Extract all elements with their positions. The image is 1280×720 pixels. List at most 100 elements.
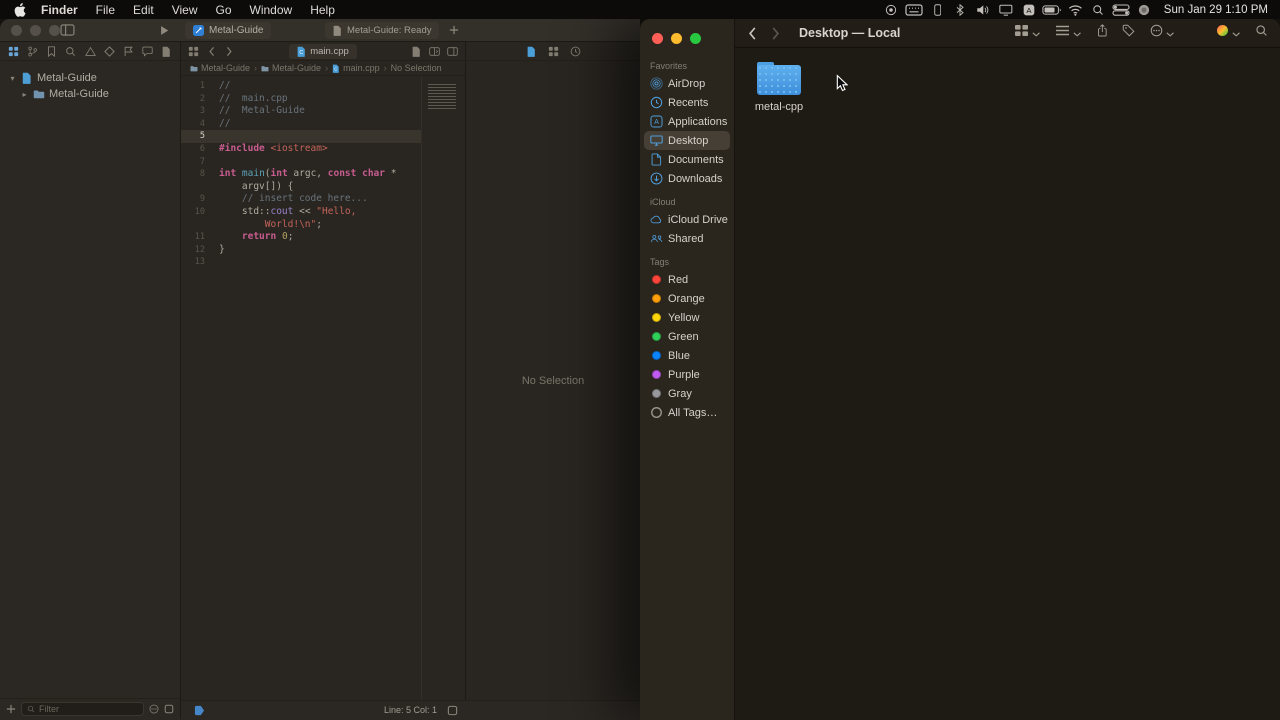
minimize-button[interactable] [30, 25, 41, 36]
control-center-icon[interactable] [1110, 2, 1133, 17]
line-number[interactable]: 7 [181, 156, 211, 169]
sidebar-item-applications[interactable]: AApplications [644, 112, 730, 131]
navigator-tab-flag-icon[interactable] [123, 46, 134, 57]
sidebar-item-purple[interactable]: Purple [644, 365, 730, 384]
line-number[interactable]: 5 [181, 130, 211, 143]
share-button[interactable] [1097, 24, 1108, 42]
line-number[interactable]: 12 [181, 244, 211, 257]
navigator-tab-branch-icon[interactable] [27, 46, 38, 57]
menu-help[interactable]: Help [301, 3, 344, 17]
finder-content-area[interactable]: metal-cpp [735, 48, 1280, 720]
finder-window-controls[interactable] [640, 29, 734, 52]
line-number[interactable] [181, 181, 211, 194]
menu-go[interactable]: Go [207, 3, 241, 17]
record-icon[interactable] [880, 2, 903, 17]
doc-icon[interactable] [526, 46, 537, 57]
line-number[interactable] [181, 219, 211, 232]
navigator-filter-input[interactable]: Filter [21, 702, 144, 716]
navigator-tab-diamond-icon[interactable] [104, 46, 115, 57]
sidebar-item-green[interactable]: Green [644, 327, 730, 346]
back-button[interactable] [747, 26, 757, 41]
search-icon[interactable] [1087, 2, 1110, 17]
sidebar-item-blue[interactable]: Blue [644, 346, 730, 365]
bluetooth-icon[interactable] [949, 2, 972, 17]
close-editor-icon[interactable] [447, 46, 458, 57]
sidebar-item-all-tags-[interactable]: All Tags… [644, 403, 730, 422]
line-number[interactable]: 2 [181, 93, 211, 106]
siri-icon[interactable] [1133, 2, 1156, 17]
file-item-metal-cpp[interactable]: metal-cpp [743, 62, 815, 113]
forward-button[interactable] [771, 26, 781, 41]
sidebar-item-icloud-drive[interactable]: iCloud Drive [644, 210, 730, 229]
line-number[interactable]: 8 [181, 168, 211, 181]
menu-bar-clock[interactable]: Sun Jan 29 1:10 PM [1164, 4, 1268, 16]
disclosure-icon[interactable]: ▾ [8, 74, 17, 83]
tree-row-metal-guide[interactable]: ▾Metal-Guide [0, 70, 180, 86]
minimize-button[interactable] [671, 33, 682, 44]
breadcrumb-no-selection[interactable]: No Selection [391, 63, 442, 73]
iphone-icon[interactable] [926, 2, 949, 17]
line-number[interactable]: 4 [181, 118, 211, 131]
more-circle-button[interactable] [1150, 24, 1174, 42]
menu-edit[interactable]: Edit [124, 3, 163, 17]
xcode-window-controls[interactable] [11, 25, 60, 36]
tag-button[interactable] [1122, 24, 1135, 42]
disclosure-icon[interactable]: ▸ [20, 90, 29, 99]
navigator-tab-bubble-icon[interactable] [142, 46, 153, 57]
navigator-tab-doc-icon[interactable] [161, 46, 172, 57]
run-button[interactable] [160, 25, 169, 36]
menu-view[interactable]: View [163, 3, 207, 17]
editor-tab-main-cpp[interactable]: C main.cpp [289, 44, 357, 59]
filter-recent-icon[interactable] [149, 704, 159, 714]
sidebar-item-yellow[interactable]: Yellow [644, 308, 730, 327]
menu-window[interactable]: Window [241, 3, 302, 17]
keyboard-icon[interactable] [903, 2, 926, 17]
input-source-icon[interactable]: A [1018, 2, 1041, 17]
zoom-button[interactable] [690, 33, 701, 44]
recents-icon[interactable] [570, 46, 581, 57]
line-number[interactable]: 13 [181, 256, 211, 269]
line-number[interactable]: 1 [181, 80, 211, 93]
navigator-toggle-icon[interactable] [60, 24, 75, 36]
list-view-button[interactable] [1055, 24, 1081, 42]
apple-menu-icon[interactable] [14, 3, 26, 17]
tree-row-metal-guide[interactable]: ▸Metal-Guide [0, 86, 180, 102]
sidebar-item-shared[interactable]: Shared [644, 229, 730, 248]
sidebar-item-orange[interactable]: Orange [644, 289, 730, 308]
extensions-button[interactable] [1216, 24, 1240, 42]
navigator-tab-grid-icon[interactable] [8, 46, 19, 57]
add-file-button[interactable] [6, 704, 16, 714]
line-number[interactable]: 9 [181, 193, 211, 206]
xcode-project-tab[interactable]: Metal-Guide [185, 22, 271, 39]
sidebar-item-downloads[interactable]: Downloads [644, 169, 730, 188]
line-number[interactable]: 11 [181, 231, 211, 244]
sidebar-item-desktop[interactable]: Desktop [644, 131, 730, 150]
back-icon[interactable] [206, 46, 217, 57]
close-button[interactable] [652, 33, 663, 44]
grid-icon[interactable] [548, 46, 559, 57]
view-grid-button[interactable] [1014, 24, 1040, 42]
menu-finder[interactable]: Finder [32, 3, 87, 17]
breadcrumb-metal-guide[interactable]: Metal-Guide [190, 63, 250, 73]
wifi-icon[interactable] [1064, 2, 1087, 17]
line-number[interactable]: 10 [181, 206, 211, 219]
sidebar-item-recents[interactable]: Recents [644, 93, 730, 112]
navigator-tab-warning-icon[interactable] [85, 46, 96, 57]
navigator-tab-search-icon[interactable] [65, 46, 76, 57]
sidebar-item-red[interactable]: Red [644, 270, 730, 289]
battery-icon[interactable] [1041, 2, 1064, 17]
search-button[interactable] [1255, 24, 1268, 42]
code-area[interactable]: 1//2// main.cpp3// Metal-Guide4//56#incl… [181, 76, 465, 700]
breadcrumb-metal-guide[interactable]: Metal-Guide [261, 63, 321, 73]
close-button[interactable] [11, 25, 22, 36]
minimap[interactable] [421, 76, 465, 700]
jump-bar[interactable]: Metal-Guide›Metal-Guide›Cmain.cpp›No Sel… [181, 61, 465, 76]
breakpoints-icon[interactable] [194, 705, 205, 716]
sidebar-item-documents[interactable]: Documents [644, 150, 730, 169]
forward-icon[interactable] [224, 46, 235, 57]
display-icon[interactable] [995, 2, 1018, 17]
sidebar-item-gray[interactable]: Gray [644, 384, 730, 403]
filter-scope-icon[interactable] [164, 704, 174, 714]
line-number[interactable]: 6 [181, 143, 211, 156]
minimap-toggle-icon[interactable] [411, 46, 422, 57]
